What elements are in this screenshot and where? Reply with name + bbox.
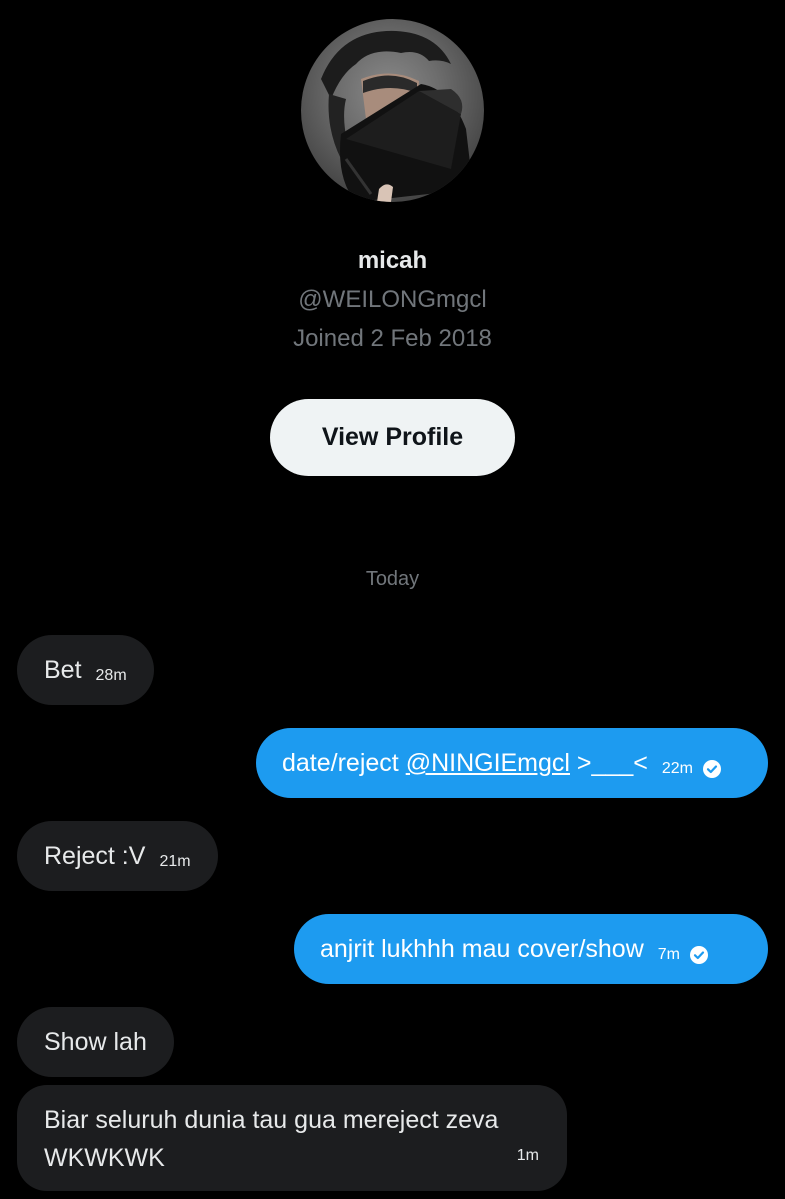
message-time: 28m	[95, 667, 127, 684]
message-bubble-incoming[interactable]: Bet 28m	[17, 635, 154, 705]
profile-name: micah	[357, 247, 428, 274]
profile-joined-date: Joined 2 Feb 2018	[293, 325, 492, 352]
message-time: 7m	[657, 946, 681, 963]
message-text-line: Biar seluruh dunia tau gua mereject zeva	[44, 1106, 499, 1134]
mention-link[interactable]: @NINGIEmgcl	[406, 749, 570, 777]
message-bubble-incoming[interactable]: Biar seluruh dunia tau gua mereject zeva…	[17, 1085, 567, 1191]
profile-handle: @WEILONGmgcl	[298, 286, 487, 313]
message-bubble-incoming[interactable]: Reject :V 21m	[17, 821, 218, 891]
message-text-before: date/reject	[282, 749, 406, 777]
day-separator: Today	[365, 568, 420, 590]
view-profile-button[interactable]: View Profile	[270, 399, 515, 476]
message-text: Bet	[44, 656, 82, 684]
check-circle-icon	[702, 760, 721, 778]
message-bubble-incoming[interactable]: Show lah	[17, 1007, 174, 1077]
message-text-line: WKWKWK	[44, 1144, 165, 1172]
profile-avatar[interactable]	[301, 19, 484, 202]
message-text: Reject :V	[44, 842, 146, 870]
message-text-after: >___<	[569, 749, 648, 777]
message-text: Show lah	[44, 1028, 147, 1056]
message-bubble-outgoing[interactable]: anjrit lukhhh mau cover/show 7m	[294, 914, 768, 984]
message-time: 21m	[159, 853, 191, 870]
message-time: 1m	[516, 1147, 539, 1164]
message-bubble-outgoing[interactable]: date/reject @NINGIEmgcl >___< 22m	[256, 728, 768, 798]
avatar-image	[321, 30, 473, 202]
check-circle-icon	[690, 946, 709, 964]
message-text: date/reject @NINGIEmgcl >___<	[282, 744, 648, 782]
message-time: 22m	[661, 760, 693, 777]
message-text: anjrit lukhhh mau cover/show	[320, 935, 644, 963]
